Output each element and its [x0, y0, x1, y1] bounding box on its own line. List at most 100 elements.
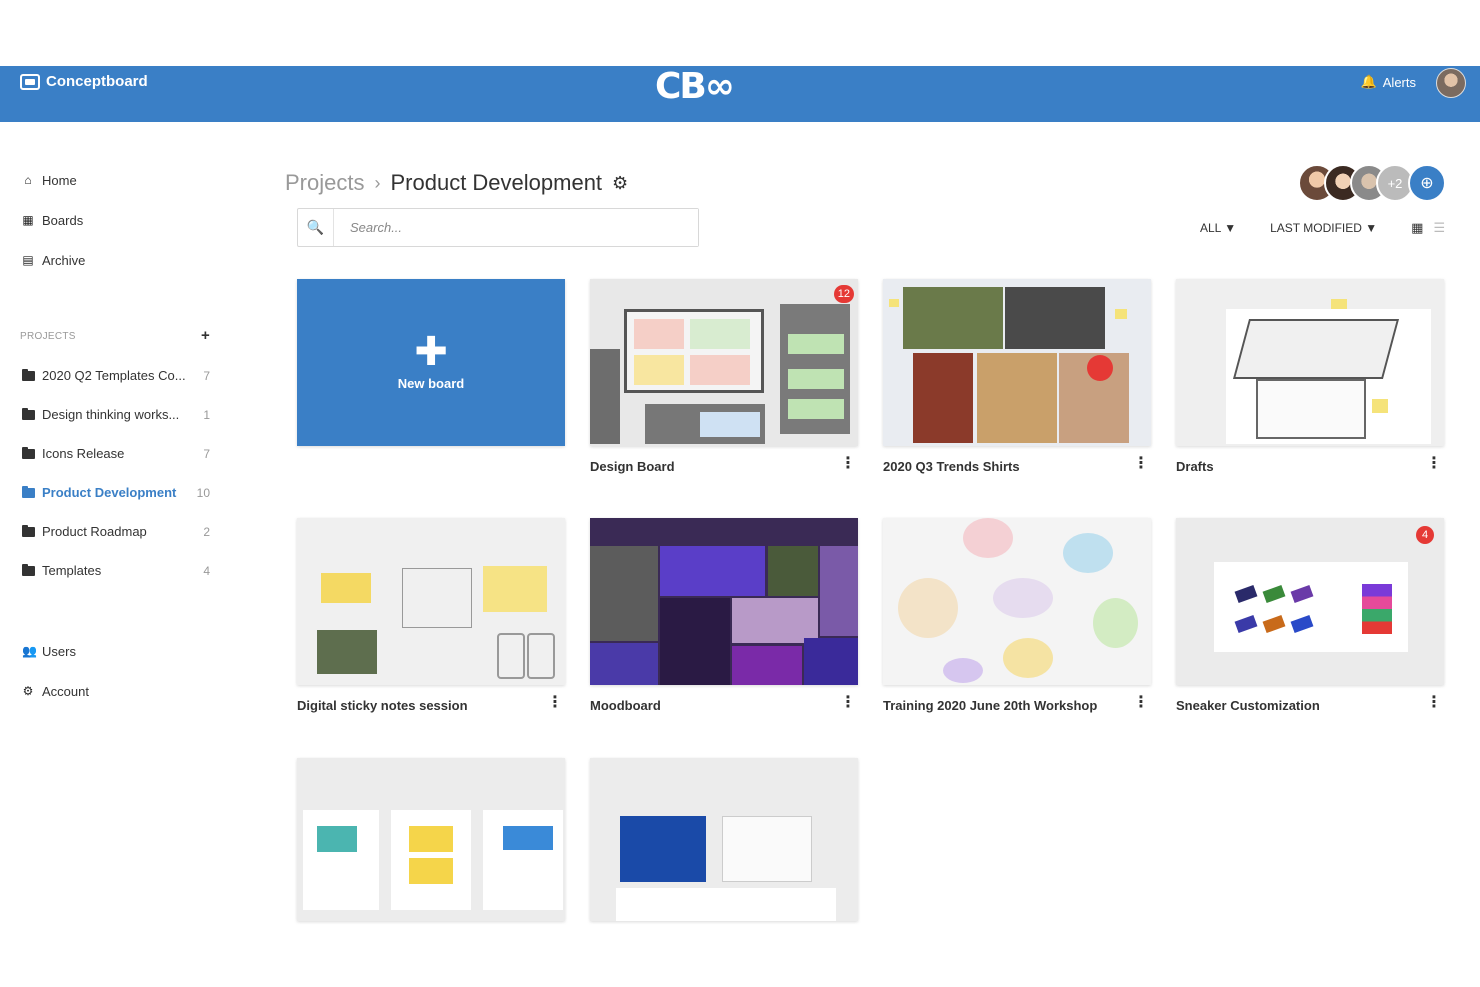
new-board-button[interactable]: ✚ New board	[297, 279, 565, 446]
sidebar-project-item-active[interactable]: Product Development 10	[22, 485, 210, 500]
board-title[interactable]: Digital sticky notes session	[297, 698, 468, 713]
project-board-count: 7	[203, 446, 210, 461]
add-user-icon: ⊕	[1420, 175, 1434, 192]
brand-link[interactable]: Conceptboard	[20, 73, 148, 90]
board-filters: ALL ▼ LAST MODIFIED ▼ ▦ ☰	[1200, 220, 1445, 236]
projects-heading-label: PROJECTS	[20, 331, 76, 342]
search-icon: 🔍	[298, 209, 334, 246]
sidebar-item-account[interactable]: ⚙ Account	[22, 681, 222, 701]
sidebar-item-label: Archive	[42, 252, 86, 268]
sidebar-project-item[interactable]: Icons Release 7	[22, 446, 210, 461]
more-options-icon[interactable]: ⋮	[547, 695, 563, 711]
sidebar-project-item[interactable]: Product Roadmap 2	[22, 524, 210, 539]
board-title[interactable]: Design Board	[590, 459, 675, 474]
sidebar-item-home[interactable]: ⌂ Home	[22, 170, 222, 190]
sidebar-project-item[interactable]: Templates 4	[22, 563, 210, 578]
project-name: Product Development	[42, 485, 177, 500]
sidebar-item-label: Home	[42, 172, 77, 188]
board-title[interactable]: Sneaker Customization	[1176, 698, 1320, 713]
board-thumbnail[interactable]	[590, 758, 858, 921]
board-title[interactable]: Training 2020 June 20th Workshop	[883, 698, 1097, 713]
board-card[interactable]: 2020 Q3 Trends Shirts ⋮	[883, 279, 1151, 474]
grid-icon: ▦	[22, 213, 34, 227]
folder-icon	[22, 524, 35, 537]
project-board-count: 2	[203, 524, 210, 539]
board-card[interactable]: 12 Design Board ⋮	[590, 279, 858, 474]
filter-scope-dropdown[interactable]: ALL ▼	[1200, 221, 1236, 235]
breadcrumb-projects-link[interactable]: Projects	[285, 170, 364, 196]
board-title[interactable]: Moodboard	[590, 698, 661, 713]
project-board-count: 4	[203, 563, 210, 578]
board-card[interactable]: 4 Sneaker Customization ⋮	[1176, 518, 1444, 713]
project-board-count: 1	[203, 407, 210, 422]
grid-view-icon[interactable]: ▦	[1411, 220, 1423, 236]
new-board-label: New board	[397, 376, 465, 391]
folder-icon	[22, 407, 35, 420]
board-title[interactable]: 2020 Q3 Trends Shirts	[883, 459, 1020, 474]
project-name: Icons Release	[42, 446, 125, 461]
more-options-icon[interactable]: ⋮	[1133, 456, 1149, 472]
more-options-icon[interactable]: ⋮	[840, 456, 856, 472]
bell-icon: 🔔	[1360, 74, 1377, 89]
projects-heading: PROJECTS +	[20, 328, 210, 343]
page-title: Product Development	[390, 170, 603, 195]
board-thumbnail[interactable]: 12	[590, 279, 858, 446]
top-navigation-bar: Conceptboard CB∞ 🔔 Alerts	[0, 66, 1480, 122]
board-card[interactable]	[297, 758, 565, 921]
project-name: Templates	[42, 563, 102, 578]
plus-icon: ✚	[414, 330, 448, 374]
folder-icon	[22, 485, 35, 498]
board-thumbnail[interactable]	[883, 279, 1151, 446]
archive-icon: ▤	[22, 253, 34, 267]
notification-badge: 4	[1416, 526, 1434, 544]
board-thumbnail[interactable]	[297, 518, 565, 685]
gear-icon: ⚙	[22, 684, 34, 698]
list-view-icon[interactable]: ☰	[1433, 220, 1445, 236]
user-avatar[interactable]	[1436, 68, 1466, 98]
search-input[interactable]	[334, 209, 698, 246]
board-card[interactable]: Drafts ⋮	[1176, 279, 1444, 474]
board-thumbnail[interactable]	[1176, 279, 1444, 446]
project-name: Design thinking works...	[42, 407, 180, 422]
project-board-count: 10	[196, 485, 210, 500]
board-thumbnail[interactable]	[590, 518, 858, 685]
board-thumbnail[interactable]: 4	[1176, 518, 1444, 685]
board-card[interactable]	[590, 758, 858, 921]
breadcrumb: Projects › Product Development ⚙	[285, 170, 628, 196]
more-options-icon[interactable]: ⋮	[1133, 695, 1149, 711]
project-settings-gear-icon[interactable]: ⚙	[612, 173, 628, 194]
sort-dropdown[interactable]: LAST MODIFIED ▼	[1270, 221, 1377, 235]
sidebar-project-item[interactable]: Design thinking works... 1	[22, 407, 210, 422]
sidebar-item-boards[interactable]: ▦ Boards	[22, 210, 222, 230]
brand-name: Conceptboard	[46, 73, 148, 90]
sidebar-footer-nav: 👥 Users ⚙ Account	[22, 641, 222, 701]
more-options-icon[interactable]: ⋮	[1426, 456, 1442, 472]
add-project-button[interactable]: +	[201, 328, 210, 343]
notification-badge: 12	[833, 285, 854, 303]
board-card[interactable]: Moodboard ⋮	[590, 518, 858, 713]
sidebar-item-archive[interactable]: ▤ Archive	[22, 250, 222, 270]
new-board-card[interactable]: ✚ New board	[297, 279, 565, 446]
folder-icon	[22, 563, 35, 576]
folder-icon	[22, 446, 35, 459]
board-thumbnail[interactable]	[883, 518, 1151, 685]
project-members: +2 ⊕	[1298, 164, 1448, 202]
users-icon: 👥	[22, 644, 37, 658]
alerts-button[interactable]: 🔔 Alerts	[1361, 74, 1416, 90]
alerts-label: Alerts	[1382, 74, 1416, 90]
board-title[interactable]: Drafts	[1176, 459, 1214, 474]
board-thumbnail[interactable]	[297, 758, 565, 921]
more-options-icon[interactable]: ⋮	[840, 695, 856, 711]
sidebar-project-item[interactable]: 2020 Q2 Templates Co... 7	[22, 368, 210, 383]
board-card[interactable]: Digital sticky notes session ⋮	[297, 518, 565, 713]
more-options-icon[interactable]: ⋮	[1426, 695, 1442, 711]
sidebar-item-label: Users	[42, 643, 76, 659]
board-search: 🔍	[297, 208, 699, 247]
sidebar-nav: ⌂ Home ▦ Boards ▤ Archive	[22, 170, 222, 270]
invite-member-button[interactable]: ⊕	[1408, 164, 1446, 202]
board-card[interactable]: Training 2020 June 20th Workshop ⋮	[883, 518, 1151, 713]
conceptboard-logo-icon	[20, 73, 40, 90]
sidebar-item-users[interactable]: 👥 Users	[22, 641, 222, 661]
sidebar-item-label: Account	[42, 683, 89, 699]
folder-icon	[22, 368, 35, 381]
